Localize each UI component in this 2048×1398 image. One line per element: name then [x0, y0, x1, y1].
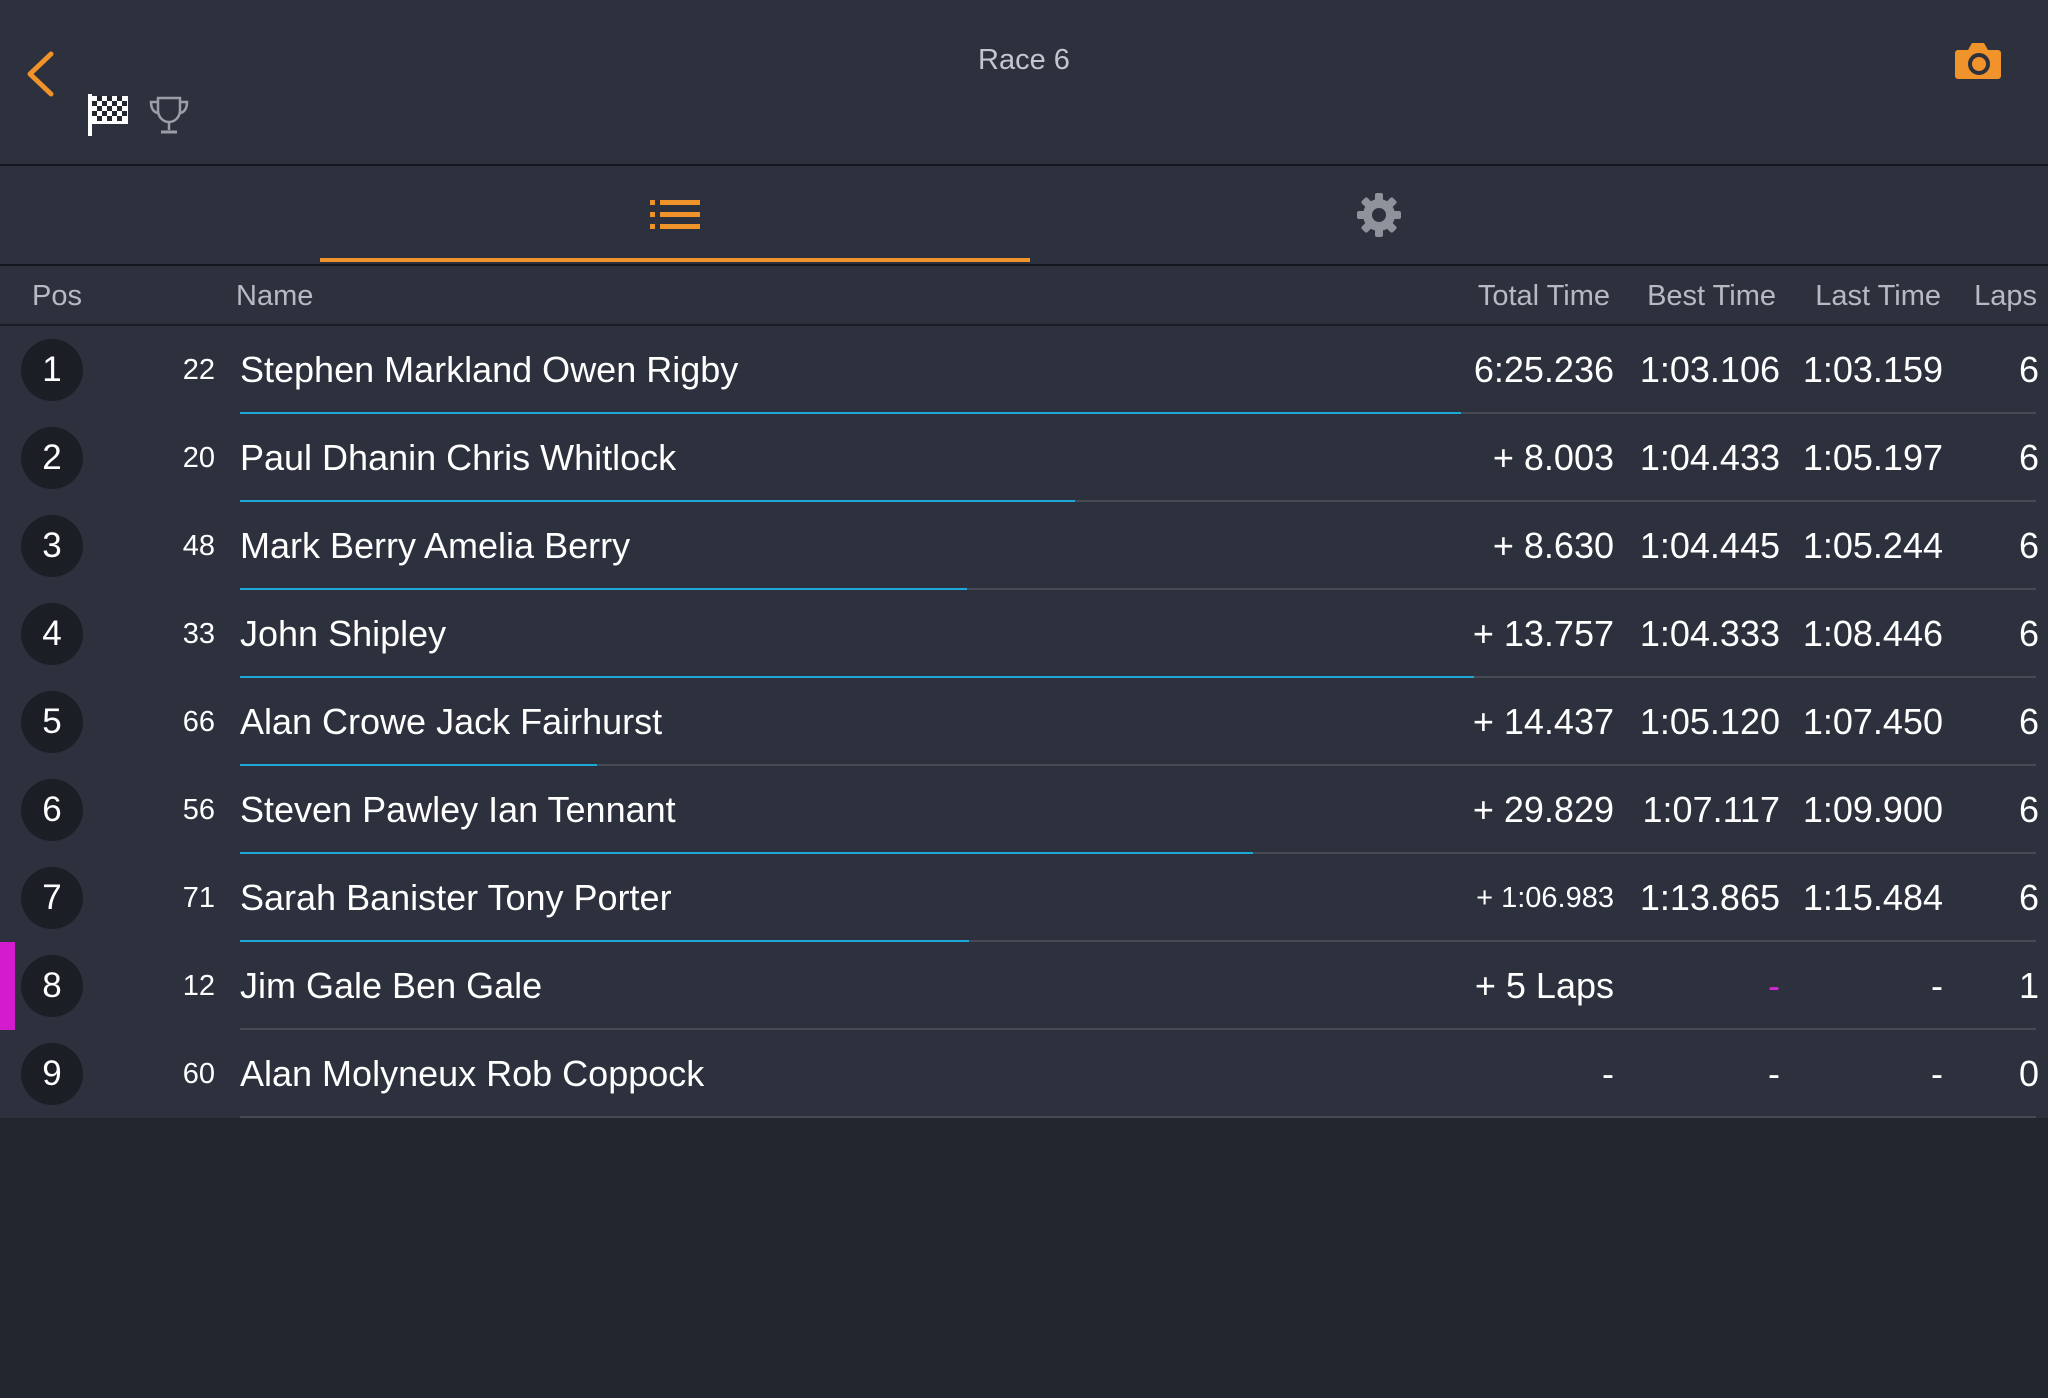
car-number: 20 — [182, 442, 215, 474]
column-header-total-time[interactable]: Total Time — [1478, 280, 1610, 313]
lap-progress-bar — [240, 764, 597, 766]
last-time: 1:05.244 — [1802, 525, 1943, 566]
page-title: Race 6 — [978, 44, 1070, 76]
total-time: + 14.437 — [1472, 701, 1614, 742]
car-number: 48 — [182, 530, 215, 562]
last-time: 1:03.159 — [1802, 349, 1943, 390]
position-badge: 1 — [21, 339, 83, 401]
driver-names: Paul Dhanin Chris Whitlock — [240, 437, 677, 478]
table-row[interactable]: 8 12 Jim Gale Ben Gale + 5 Laps - - 1 — [0, 942, 2048, 1030]
laps-count: 6 — [2018, 437, 2039, 478]
gear-icon — [1357, 193, 1401, 237]
total-time: + 29.829 — [1472, 789, 1614, 830]
car-number: 71 — [182, 882, 215, 914]
total-time: 6:25.236 — [1473, 349, 1614, 390]
laps-count: 6 — [2018, 789, 2039, 830]
position-badge: 3 — [21, 515, 83, 577]
car-number: 22 — [182, 354, 215, 386]
lap-progress-bar — [240, 852, 1253, 854]
car-number: 66 — [182, 706, 215, 738]
table-row[interactable]: 5 66 Alan Crowe Jack Fairhurst + 14.437 … — [0, 678, 2048, 766]
driver-names: Stephen Markland Owen Rigby — [240, 349, 739, 390]
car-number: 12 — [182, 970, 215, 1002]
position-badge: 7 — [21, 867, 83, 929]
column-header-pos[interactable]: Pos — [32, 280, 82, 313]
active-tab-indicator — [320, 258, 1030, 262]
position-badge: 4 — [21, 603, 83, 665]
lap-progress-bar — [240, 412, 1461, 414]
laps-count: 1 — [2018, 965, 2039, 1006]
best-time: 1:05.120 — [1639, 701, 1780, 742]
lap-progress-bar — [240, 940, 969, 942]
lap-progress-bar — [240, 588, 967, 590]
column-header-last-time[interactable]: Last Time — [1815, 280, 1941, 313]
car-number: 33 — [182, 618, 215, 650]
table-row[interactable]: 1 22 Stephen Markland Owen Rigby 6:25.23… — [0, 326, 2048, 414]
driver-names: Steven Pawley Ian Tennant — [240, 789, 676, 830]
driver-names: Alan Molyneux Rob Coppock — [240, 1053, 705, 1094]
last-time: - — [1931, 965, 1943, 1006]
table-row[interactable]: 2 20 Paul Dhanin Chris Whitlock + 8.003 … — [0, 414, 2048, 502]
results-table: 1 22 Stephen Markland Owen Rigby 6:25.23… — [0, 326, 2048, 1118]
driver-names: Alan Crowe Jack Fairhurst — [240, 701, 663, 742]
car-number: 60 — [182, 1058, 215, 1090]
best-time: - — [1768, 965, 1780, 1006]
laps-count: 6 — [2018, 613, 2039, 654]
lap-progress-bar — [240, 500, 1075, 502]
laps-count: 6 — [2018, 701, 2039, 742]
table-row[interactable]: 3 48 Mark Berry Amelia Berry + 8.630 1:0… — [0, 502, 2048, 590]
table-row[interactable]: 7 71 Sarah Banister Tony Porter + 1:06.9… — [0, 854, 2048, 942]
last-time: 1:07.450 — [1802, 701, 1943, 742]
laps-count: 6 — [2018, 349, 2039, 390]
table-row[interactable]: 9 60 Alan Molyneux Rob Coppock - - - 0 — [0, 1030, 2048, 1118]
last-time: - — [1931, 1053, 1943, 1094]
best-time: 1:03.106 — [1639, 349, 1780, 390]
list-icon — [650, 200, 700, 229]
last-time: 1:05.197 — [1802, 437, 1943, 478]
best-time: - — [1768, 1053, 1780, 1094]
position-badge: 9 — [21, 1043, 83, 1105]
laps-count: 6 — [2018, 525, 2039, 566]
best-time: 1:07.117 — [1642, 789, 1780, 830]
table-row[interactable]: 6 56 Steven Pawley Ian Tennant + 29.829 … — [0, 766, 2048, 854]
total-time: + 5 Laps — [1474, 965, 1614, 1006]
lap-progress-bar — [240, 676, 1474, 678]
best-time: 1:04.445 — [1639, 525, 1780, 566]
best-time: 1:13.865 — [1639, 877, 1780, 918]
laps-count: 6 — [2018, 877, 2039, 918]
trophy-icon[interactable] — [148, 94, 190, 136]
total-time: + 8.003 — [1492, 437, 1614, 478]
top-bar: Race 6 — [0, 0, 2048, 166]
column-header-name[interactable]: Name — [236, 280, 313, 313]
driver-names: Sarah Banister Tony Porter — [240, 877, 672, 918]
last-time: 1:09.900 — [1802, 789, 1943, 830]
total-time: + 13.757 — [1472, 613, 1614, 654]
total-time: - — [1602, 1053, 1614, 1094]
laps-count: 0 — [2018, 1053, 2039, 1094]
tab-bar — [0, 166, 2048, 266]
position-badge: 6 — [21, 779, 83, 841]
tab-results[interactable] — [320, 166, 1030, 264]
row-marker — [0, 942, 15, 1030]
driver-names: Jim Gale Ben Gale — [240, 965, 543, 1006]
column-header-best-time[interactable]: Best Time — [1647, 280, 1776, 313]
total-time: + 8.630 — [1492, 525, 1614, 566]
position-badge: 8 — [21, 955, 83, 1017]
driver-names: John Shipley — [240, 613, 447, 654]
last-time: 1:15.484 — [1802, 877, 1943, 918]
table-row[interactable]: 4 33 John Shipley + 13.757 1:04.333 1:08… — [0, 590, 2048, 678]
driver-names: Mark Berry Amelia Berry — [240, 525, 631, 566]
last-time: 1:08.446 — [1802, 613, 1943, 654]
column-header-laps[interactable]: Laps — [1974, 280, 2037, 313]
position-badge: 5 — [21, 691, 83, 753]
best-time: 1:04.433 — [1639, 437, 1780, 478]
best-time: 1:04.333 — [1639, 613, 1780, 654]
camera-icon[interactable] — [1954, 38, 2002, 84]
position-badge: 2 — [21, 427, 83, 489]
tab-settings[interactable] — [1024, 166, 1734, 264]
total-time: + 1:06.983 — [1476, 882, 1614, 914]
car-number: 56 — [182, 794, 215, 826]
checkered-flag-icon[interactable] — [86, 92, 132, 138]
table-header: Pos Name Total Time Best Time Last Time … — [0, 266, 2048, 326]
